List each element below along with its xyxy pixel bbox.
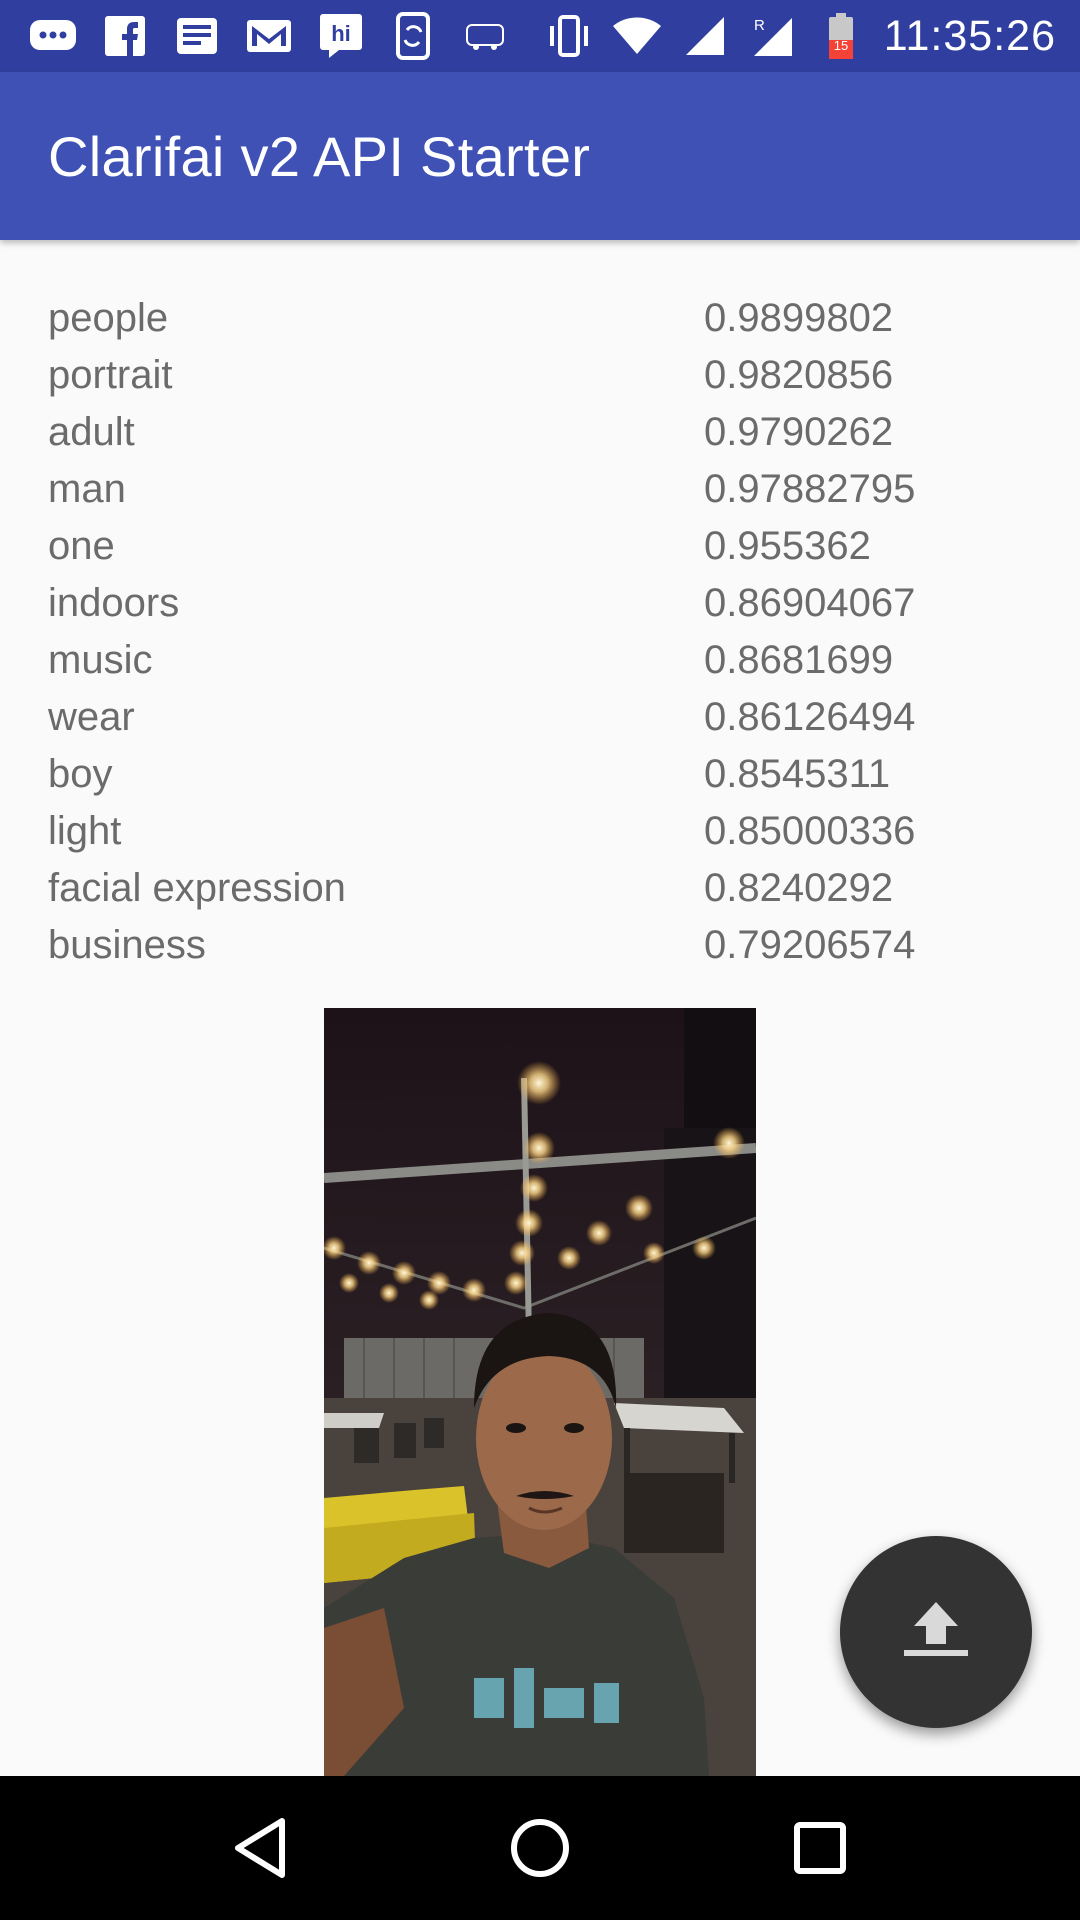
tag-score: 0.86126494 (704, 695, 916, 739)
tag-name: indoors (48, 581, 180, 625)
navigation-bar (0, 1776, 1080, 1920)
tag-row: portrait 0.9820856 (48, 347, 948, 404)
back-icon[interactable] (210, 1798, 310, 1898)
tag-score: 0.9899802 (704, 296, 894, 340)
tag-name: adult (48, 410, 135, 454)
tag-name: music (48, 638, 153, 682)
system-icons: R 15 11:35:26 (544, 12, 1056, 61)
vibrate-icon (544, 13, 594, 59)
tag-name: boy (48, 752, 113, 796)
tag-name: man (48, 467, 126, 511)
tag-row: light 0.85000336 (48, 803, 948, 860)
tag-score: 0.97882795 (704, 467, 916, 511)
phone-sync-icon (388, 12, 438, 60)
app-title: Clarifai v2 API Starter (48, 124, 591, 188)
tag-name: facial expression (48, 866, 346, 910)
upload-icon (900, 1598, 972, 1667)
tag-row: one 0.955362 (48, 518, 948, 575)
tag-list: people 0.9899802 portrait 0.9820856 adult 0… (48, 290, 948, 974)
tag-name: people (48, 296, 169, 340)
hike-icon: hi (316, 13, 366, 59)
battery-low-icon: 15 (816, 13, 866, 59)
recents-icon[interactable] (770, 1798, 870, 1898)
tag-score: 0.8681699 (704, 638, 894, 682)
tag-name: portrait (48, 353, 173, 397)
tag-row: indoors 0.86904067 (48, 575, 948, 632)
facebook-icon (100, 13, 150, 59)
tag-score: 0.9820856 (704, 353, 894, 397)
gmail-icon (244, 13, 294, 59)
tag-row: facial expression 0.8240292 (48, 860, 948, 917)
photo-illustration (324, 1008, 756, 1776)
home-icon[interactable] (490, 1798, 590, 1898)
tag-score: 0.79206574 (704, 923, 916, 967)
tag-score: 0.8545311 (704, 752, 891, 796)
tag-row: wear 0.86126494 (48, 689, 948, 746)
tag-score: 0.8240292 (704, 866, 894, 910)
signal-icon (680, 13, 730, 59)
tag-row: boy 0.8545311 (48, 746, 948, 803)
roaming-signal-icon: R (748, 13, 798, 59)
tag-row: music 0.8681699 (48, 632, 948, 689)
tag-row: man 0.97882795 (48, 461, 948, 518)
status-bar: hi R 15 11:35:26 (0, 0, 1080, 72)
tag-name: wear (48, 695, 135, 739)
clock: 11:35:26 (883, 11, 1056, 60)
messages-icon (28, 13, 78, 59)
tag-name: light (48, 809, 122, 853)
news-icon (172, 13, 222, 59)
wifi-icon (612, 13, 662, 59)
analyzed-photo (324, 1008, 756, 1776)
svg-text:hi: hi (331, 21, 351, 46)
tag-row: business 0.79206574 (48, 917, 948, 974)
tag-score: 0.9790262 (704, 410, 894, 454)
redbus-icon (460, 13, 510, 59)
tag-name: business (48, 923, 206, 967)
svg-text:15: 15 (834, 38, 848, 53)
upload-button[interactable] (840, 1536, 1032, 1728)
tag-name: one (48, 524, 115, 568)
tag-row: adult 0.9790262 (48, 404, 948, 461)
tag-score: 0.86904067 (704, 581, 916, 625)
tag-row: people 0.9899802 (48, 290, 948, 347)
app-bar: Clarifai v2 API Starter (0, 72, 1080, 240)
tag-score: 0.955362 (704, 524, 871, 568)
svg-text:R: R (754, 17, 765, 34)
notification-icons: hi (28, 12, 510, 60)
tag-score: 0.85000336 (704, 809, 916, 853)
